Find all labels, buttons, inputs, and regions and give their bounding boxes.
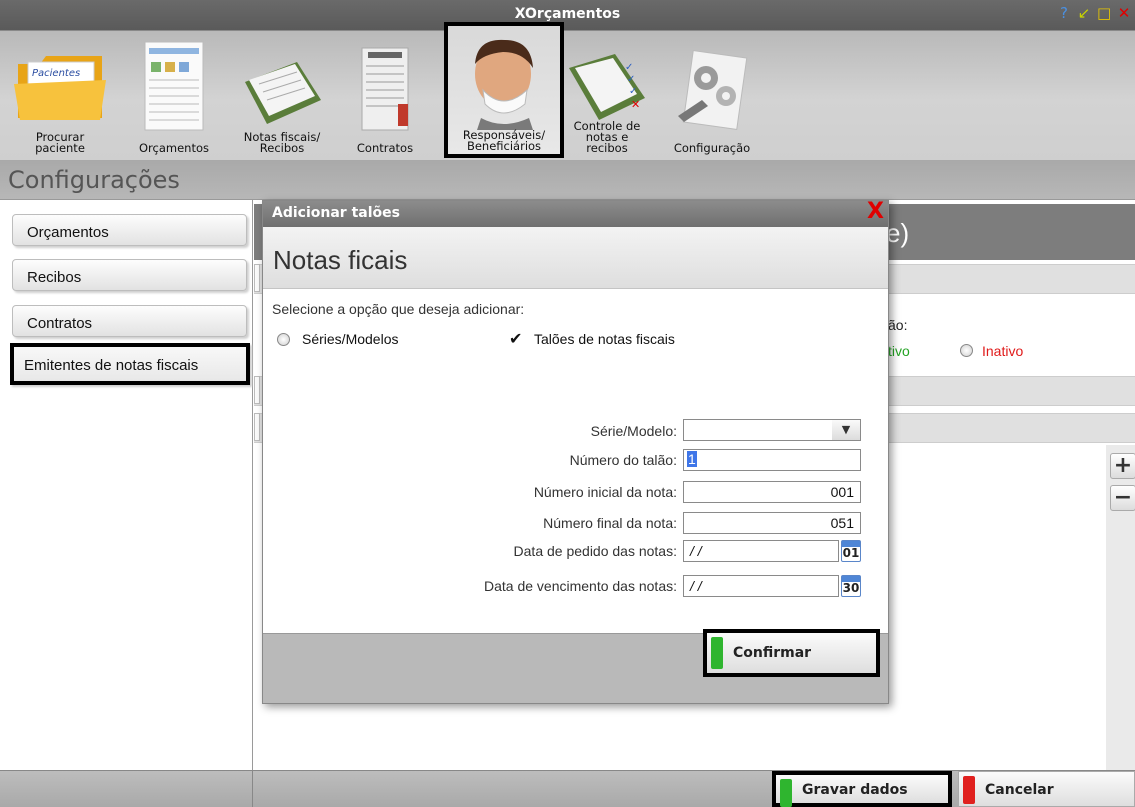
sidebar-item-orcamentos[interactable]: Orçamentos <box>12 214 247 246</box>
sidebar-item-label: Contratos <box>27 315 93 332</box>
sidebar-item-label: Emitentes de notas fiscais <box>24 357 199 374</box>
save-button[interactable]: Gravar dados <box>772 771 952 807</box>
svg-text:✓: ✓ <box>625 62 633 73</box>
page-title: Configurações <box>8 166 180 194</box>
option-series-modelos[interactable]: Séries/Modelos <box>277 331 437 349</box>
sidebar-item-label: Recibos <box>27 269 82 286</box>
serie-modelo-label: Série/Modelo: <box>590 423 677 439</box>
toolbar-controle-notas-recibos[interactable]: ✓ ✓ ✓ ✕ Controle de notas e recibos <box>562 22 652 158</box>
data-pedido-label: Data de pedido das notas: <box>513 543 677 559</box>
status-ativo-label[interactable]: tivo <box>888 343 910 359</box>
add-button[interactable]: + <box>1110 453 1135 479</box>
panel-tab-edge <box>254 376 260 404</box>
green-marker-icon <box>711 637 723 669</box>
dialog-titlebar: Adicionar talões X <box>263 199 888 227</box>
contract-scroll-icon <box>361 47 409 131</box>
calendar-icon[interactable]: 01 <box>841 540 861 562</box>
minimize-icon[interactable]: ↙ <box>1077 6 1091 21</box>
svg-text:Pacientes: Pacientes <box>32 68 80 79</box>
add-taloes-dialog: Adicionar talões X Notas ficais Selecion… <box>262 199 889 704</box>
red-marker-icon <box>963 776 975 804</box>
confirm-button[interactable]: Confirmar <box>703 629 880 677</box>
data-pedido-field[interactable]: / / <box>683 540 839 562</box>
chevron-down-icon[interactable]: ▼ <box>832 420 860 440</box>
status-inativo-label[interactable]: Inativo <box>982 343 1023 359</box>
svg-text:✓: ✓ <box>629 86 637 97</box>
numero-inicial-field[interactable]: 001 <box>683 481 861 503</box>
invoice-clipboard-icon <box>245 62 321 124</box>
dialog-title: Adicionar talões <box>272 205 400 221</box>
dialog-instruction: Selecione a opção que deseja adicionar: <box>272 301 525 317</box>
toolbar-procurar-paciente[interactable]: Pacientes Procurar paciente <box>4 22 116 158</box>
toolbar-configuracao[interactable]: Configuração <box>660 22 764 158</box>
panel-tab-edge <box>254 413 260 441</box>
close-icon[interactable]: ✕ <box>1117 6 1131 21</box>
dialog-heading: Notas ficais <box>273 245 408 275</box>
status-inativo-radio[interactable] <box>960 344 973 357</box>
green-marker-icon <box>780 779 792 807</box>
numero-inicial-label: Número inicial da nota: <box>533 484 677 500</box>
data-vencimento-label: Data de vencimento das notas: <box>483 578 677 594</box>
panel-header-text: e) <box>886 218 910 248</box>
help-icon[interactable]: ? <box>1057 6 1071 21</box>
radio-unchecked-icon <box>277 333 290 346</box>
patients-folder-icon: Pacientes <box>14 56 106 120</box>
section-header: Configurações <box>0 160 1135 200</box>
budget-document-icon <box>144 41 204 131</box>
numero-final-field[interactable]: 051 <box>683 512 861 534</box>
toolbar-notas-fiscais-recibos[interactable]: Notas fiscais/ Recibos <box>228 22 336 158</box>
settings-sidebar: Orçamentos Recibos Contratos Emitentes d… <box>0 200 253 770</box>
panel-tab-edge <box>254 264 260 292</box>
footer-divider <box>252 771 253 807</box>
gears-document-icon <box>678 50 748 130</box>
dialog-header: Notas ficais <box>263 227 888 289</box>
sidebar-item-recibos[interactable]: Recibos <box>12 259 247 291</box>
toolbar-label: Procurar paciente <box>35 130 85 155</box>
remove-button[interactable]: − <box>1110 485 1135 511</box>
svg-text:✕: ✕ <box>631 98 640 111</box>
calendar-icon[interactable]: 30 <box>841 575 861 597</box>
maximize-icon[interactable]: □ <box>1097 6 1111 21</box>
dialog-close-icon[interactable]: X <box>867 199 884 224</box>
checkmark-icon: ✔ <box>509 329 523 348</box>
sidebar-item-contratos[interactable]: Contratos <box>12 305 247 337</box>
svg-text:✓: ✓ <box>627 74 635 85</box>
cancel-button[interactable]: Cancelar <box>958 771 1135 807</box>
toolbar-contratos[interactable]: Contratos <box>340 22 430 158</box>
sidebar-item-label: Orçamentos <box>27 224 109 241</box>
numero-talao-label: Número do talão: <box>569 452 677 468</box>
app-title: XOrçamentos <box>514 6 621 22</box>
toolbar-orcamentos[interactable]: Orçamentos <box>120 22 228 158</box>
window-controls: ? ↙ □ ✕ <box>1057 6 1131 21</box>
app-toolbar: XOrçamentos ? ↙ □ ✕ Pacientes Procurar p… <box>0 0 1135 160</box>
option-taloes-notas-fiscais[interactable]: ✔ Talões de notas fiscais <box>509 329 729 349</box>
sidebar-item-emitentes[interactable]: Emitentes de notas fiscais <box>10 343 250 385</box>
data-vencimento-field[interactable]: / / <box>683 575 839 597</box>
numero-talao-field[interactable]: 1 <box>683 449 861 471</box>
numero-final-label: Número final da nota: <box>543 515 677 531</box>
person-mask-icon <box>475 39 533 130</box>
status-label: ão: <box>888 317 908 333</box>
selected-text: 1 <box>687 451 697 467</box>
toolbar-responsaveis-beneficiarios[interactable]: Responsáveis/ Beneficiários <box>444 22 564 158</box>
serie-modelo-select[interactable]: ▼ <box>683 419 861 441</box>
